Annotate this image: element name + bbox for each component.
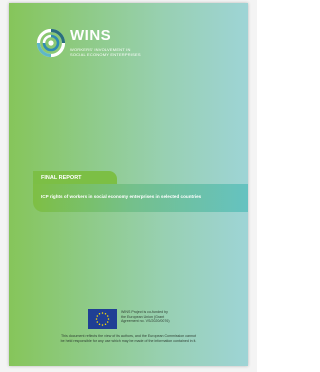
brand-name: WINS <box>70 27 112 44</box>
eu-star <box>106 321 109 323</box>
eu-star <box>96 321 99 323</box>
eu-flag-icon <box>88 309 117 329</box>
eu-star <box>95 318 98 320</box>
report-title: ICP rights of workers in social economy … <box>41 194 202 199</box>
disclaimer: This document reflects the view of its a… <box>17 334 240 343</box>
eu-star <box>106 315 109 317</box>
report-label-tab: FINAL REPORT <box>33 171 117 185</box>
brand-tagline: WORKERS' INVOLVEMENT IN SOCIAL ECONOMY E… <box>70 47 180 57</box>
eu-star <box>98 313 101 315</box>
report-title-band: ICP rights of workers in social economy … <box>33 184 248 212</box>
report-cover: WINS WORKERS' INVOLVEMENT IN SOCIAL ECON… <box>9 3 248 366</box>
funding-line: Agreement no. VS/2020/0076) <box>121 319 170 323</box>
funding-statement: WINS Project is co-funded by the Europea… <box>121 310 211 324</box>
disclaimer-line: be held responsible for any use which ma… <box>60 338 197 343</box>
eu-star <box>107 318 110 320</box>
eu-star <box>104 313 107 315</box>
cover-footer: WINS Project is co-funded by the Europea… <box>9 309 248 366</box>
eu-star <box>101 324 104 326</box>
brand-tagline-line: SOCIAL ECONOMY ENTERPRISES <box>70 52 141 57</box>
wins-logo-icon <box>36 28 66 58</box>
eu-star <box>101 312 104 314</box>
eu-star <box>98 323 101 325</box>
eu-star <box>96 315 99 317</box>
document-page-frame: WINS WORKERS' INVOLVEMENT IN SOCIAL ECON… <box>0 0 257 372</box>
eu-star <box>104 323 107 325</box>
report-label: FINAL REPORT <box>41 175 82 181</box>
